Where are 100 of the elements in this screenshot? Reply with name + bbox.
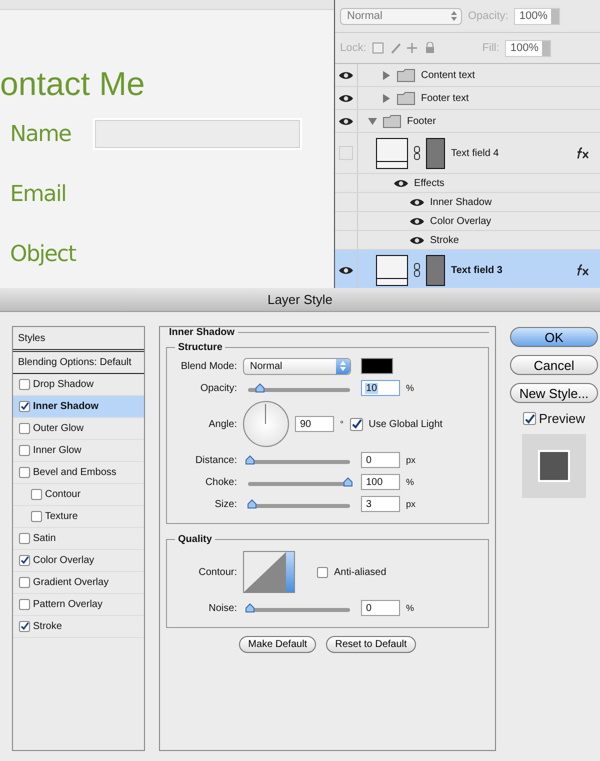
layer-name[interactable]: Text field 4 xyxy=(451,148,499,158)
slider-thumb[interactable] xyxy=(245,602,255,612)
style-item[interactable]: Gradient Overlay xyxy=(13,572,144,594)
style-item[interactable]: Stroke xyxy=(13,616,144,638)
checkbox[interactable] xyxy=(19,445,30,456)
layer-name[interactable]: Footer xyxy=(407,116,436,126)
eye-icon[interactable] xyxy=(410,198,424,206)
layer-name[interactable]: Content text xyxy=(421,70,475,80)
fill-field[interactable]: 100% xyxy=(505,40,551,56)
group-title: Structure xyxy=(177,342,224,353)
unit-label: % xyxy=(406,383,414,393)
visibility-toggle[interactable] xyxy=(339,146,353,160)
dialog-button[interactable]: New Style... xyxy=(510,383,598,403)
field-label: Choke: xyxy=(204,476,237,488)
checkbox[interactable] xyxy=(19,621,30,632)
slider-thumb[interactable] xyxy=(254,382,265,392)
layer-name[interactable]: Text field 3 xyxy=(451,264,502,276)
checkbox-label[interactable]: Anti-aliased xyxy=(334,566,386,578)
eye-icon[interactable] xyxy=(339,266,353,274)
expand-arrow-icon[interactable] xyxy=(382,70,391,80)
unit-label: px xyxy=(406,499,416,509)
default-button[interactable]: Make Default xyxy=(239,636,316,653)
style-item[interactable]: Contour xyxy=(13,484,144,506)
style-item[interactable]: Color Overlay xyxy=(13,550,144,572)
blend-mode-dropdown[interactable]: Normal xyxy=(243,358,351,374)
eye-icon[interactable] xyxy=(339,70,353,80)
eye-icon[interactable] xyxy=(339,116,353,126)
checkbox[interactable] xyxy=(19,555,30,566)
checkbox[interactable] xyxy=(19,401,30,412)
checkbox[interactable] xyxy=(19,379,30,390)
eye-icon[interactable] xyxy=(410,236,424,244)
unit-label: % xyxy=(406,603,414,613)
slider-thumb[interactable] xyxy=(245,454,255,464)
value-field[interactable]: 100 xyxy=(361,474,400,490)
layer-name[interactable]: Inner Shadow xyxy=(430,196,492,208)
mask-thumbnail xyxy=(426,138,445,168)
field-label: Contour: xyxy=(198,566,237,578)
checkbox[interactable] xyxy=(31,511,42,522)
style-item[interactable]: Texture xyxy=(13,506,144,528)
eye-icon[interactable] xyxy=(339,94,353,102)
group-title: Quality xyxy=(177,534,213,545)
checkbox[interactable] xyxy=(317,566,328,578)
style-item[interactable]: Outer Glow xyxy=(13,418,144,440)
unit-label: ° xyxy=(340,419,344,429)
default-button[interactable]: Reset to Default xyxy=(326,636,416,653)
folder-icon xyxy=(383,114,401,128)
checkbox-label[interactable]: Use Global Light xyxy=(368,418,443,430)
opacity-field[interactable]: 100% xyxy=(514,8,560,24)
text-input[interactable] xyxy=(95,120,300,148)
mask-thumbnail xyxy=(426,254,445,286)
value-field[interactable]: 90 xyxy=(295,416,334,432)
eye-icon[interactable] xyxy=(394,178,408,188)
preview-label[interactable]: Preview xyxy=(538,411,586,426)
dialog-button[interactable]: Cancel xyxy=(510,355,598,375)
layer-name[interactable]: Effects xyxy=(414,178,444,188)
folder-icon xyxy=(397,92,415,104)
checkbox[interactable] xyxy=(19,577,30,588)
layer-name[interactable]: Footer text xyxy=(421,92,469,104)
field-label: Blend Mode: xyxy=(180,360,237,372)
value-field[interactable]: 0 xyxy=(361,600,400,616)
preview-swatch xyxy=(522,434,586,498)
layer-name[interactable]: Stroke xyxy=(430,234,459,246)
dialog-button[interactable]: OK xyxy=(510,327,598,347)
layer-thumbnail xyxy=(376,138,408,168)
chain-link-icon xyxy=(414,146,420,160)
expand-arrow-icon[interactable] xyxy=(382,94,391,102)
styles-header[interactable]: Styles xyxy=(13,327,144,352)
dialog-title: Layer Style xyxy=(0,288,600,312)
checkbox[interactable] xyxy=(19,467,30,478)
slider-thumb[interactable] xyxy=(343,476,353,486)
checkbox[interactable] xyxy=(31,489,42,500)
checkbox[interactable] xyxy=(19,423,30,434)
value-field[interactable]: 0 xyxy=(361,452,400,468)
layer-name[interactable]: Color Overlay xyxy=(430,216,492,226)
slider-thumb[interactable] xyxy=(246,498,257,508)
style-item[interactable]: Inner Shadow xyxy=(13,396,144,418)
folder-icon xyxy=(397,68,415,82)
eye-icon[interactable] xyxy=(410,216,424,226)
unit-label: % xyxy=(406,477,414,487)
checkbox[interactable] xyxy=(522,412,536,425)
color-swatch[interactable] xyxy=(361,358,393,374)
page-heading: ontact Me xyxy=(0,64,145,104)
checkbox[interactable] xyxy=(19,599,30,610)
blending-options-item[interactable]: Blending Options: Default xyxy=(13,352,144,374)
angle-dial[interactable] xyxy=(243,401,289,447)
field-label: Distance: xyxy=(194,454,237,466)
chain-link-icon xyxy=(414,263,420,277)
checkbox[interactable] xyxy=(19,533,30,544)
style-item[interactable]: Pattern Overlay xyxy=(13,594,144,616)
style-item[interactable]: Bevel and Emboss xyxy=(13,462,144,484)
contour-picker[interactable] xyxy=(243,551,295,593)
expand-arrow-icon[interactable] xyxy=(368,116,377,126)
value-field[interactable]: 10 xyxy=(361,380,400,396)
blend-mode-dropdown[interactable]: Normal xyxy=(340,8,462,24)
value-field[interactable]: 3 xyxy=(361,496,400,512)
layer-thumbnail xyxy=(376,254,408,286)
style-item[interactable]: Satin xyxy=(13,528,144,550)
checkbox[interactable] xyxy=(350,418,363,430)
style-item[interactable]: Inner Glow xyxy=(13,440,144,462)
lock-label: Lock: xyxy=(340,42,366,54)
